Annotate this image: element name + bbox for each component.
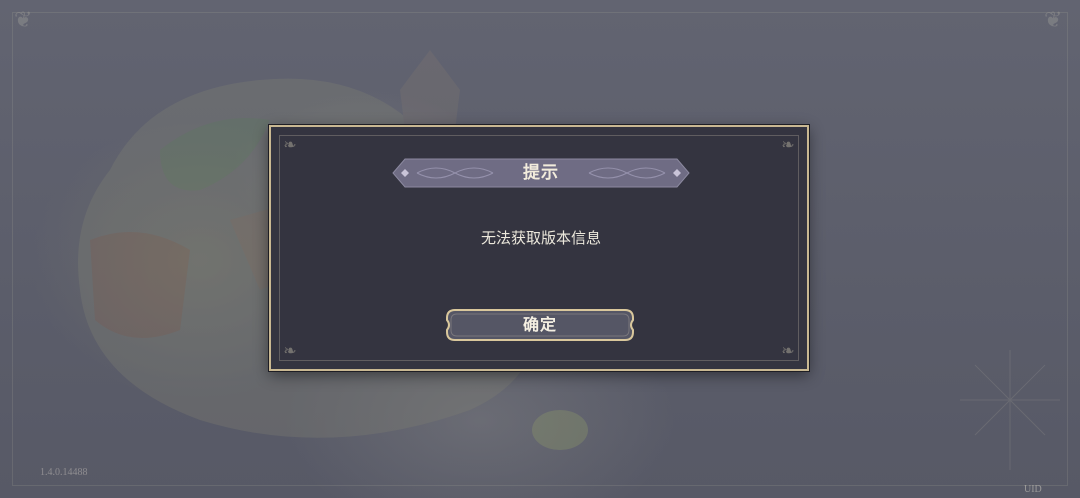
dialog-message: 无法获取版本信息 (480, 229, 601, 247)
corner-ornament-icon: ❦ (1044, 8, 1063, 33)
confirm-button[interactable]: 确定 (445, 308, 635, 342)
corner-ornament-icon: ❦ (14, 8, 33, 33)
corner-ornament-icon: ❧ (283, 341, 297, 360)
alert-dialog: ❧ ❧ ❧ ❧ 提示 无法获取版本信息 确定 (269, 125, 809, 371)
uid-label: UID (1024, 484, 1042, 495)
version-label: 1.4.0.14488 (40, 467, 88, 478)
corner-ornament-icon: ❧ (781, 341, 795, 360)
title-banner: 提示 (391, 157, 691, 189)
confirm-button-label: 确定 (522, 315, 557, 334)
dialog-title: 提示 (523, 163, 559, 183)
corner-ornament-icon: ❧ (283, 135, 297, 154)
corner-ornament-icon: ❧ (781, 135, 795, 154)
